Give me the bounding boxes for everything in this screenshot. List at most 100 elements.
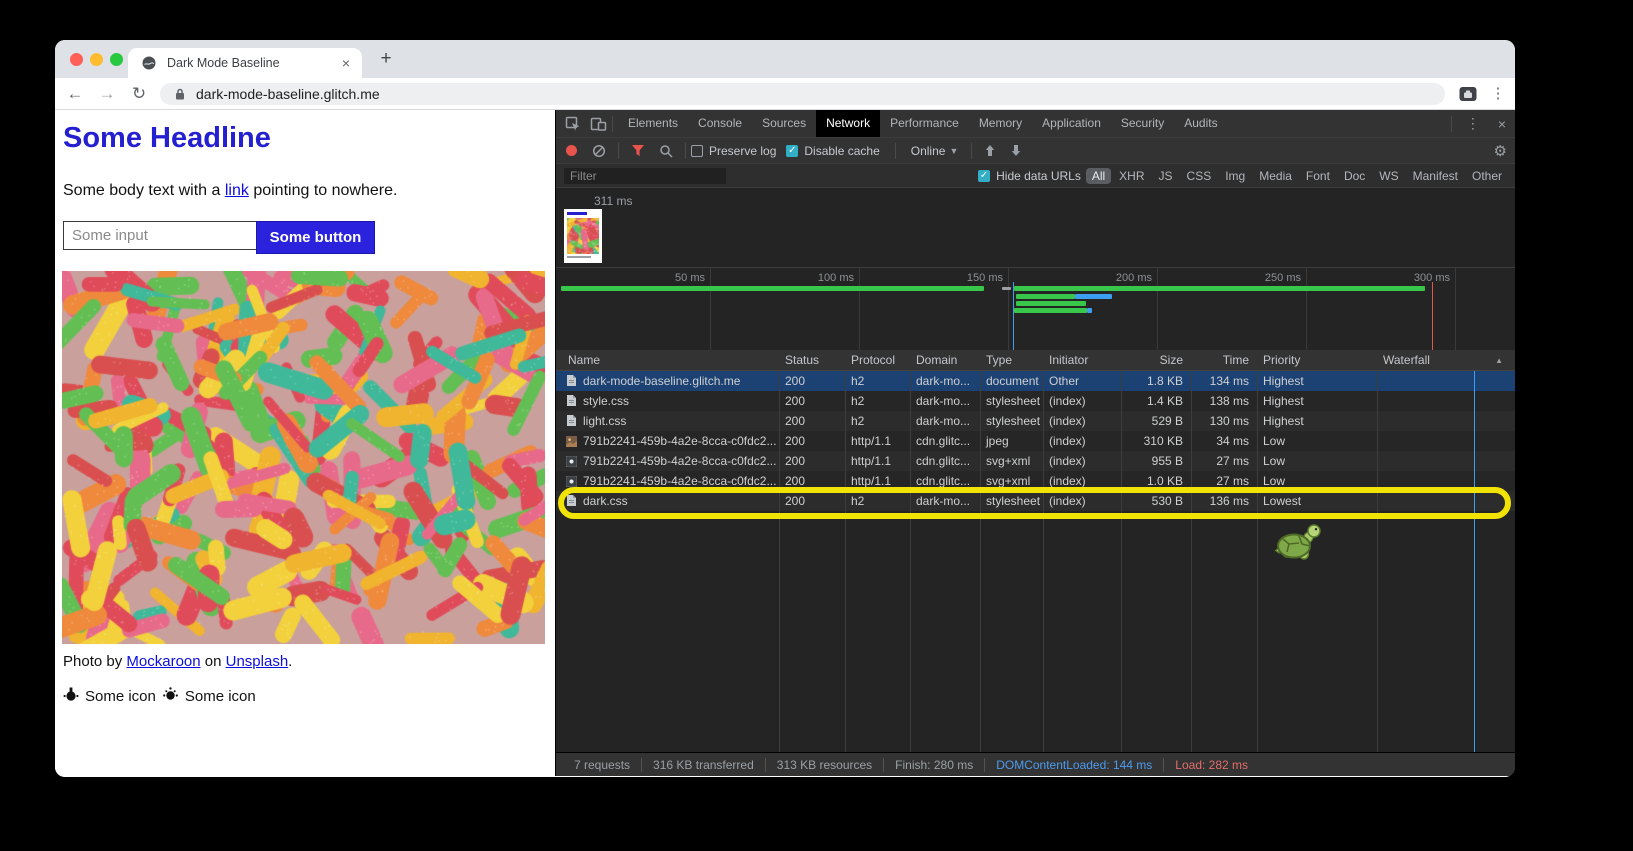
filter-pill-css[interactable]: CSS <box>1181 168 1218 184</box>
devtools-menu-kebab-icon[interactable]: ⋮ <box>1457 115 1489 132</box>
column-header-type[interactable]: Type <box>980 350 1043 370</box>
browser-menu-kebab-icon[interactable]: ⋮ <box>1485 81 1511 107</box>
divider <box>1451 116 1452 132</box>
table-row-dark.css[interactable]: dark.css200h2dark-mo...stylesheet(index)… <box>556 491 1515 511</box>
filter-pill-img[interactable]: Img <box>1219 168 1251 184</box>
credit-link-mockaroon[interactable]: Mockaroon <box>126 653 200 670</box>
priority-cell: Lowest <box>1257 491 1377 511</box>
table-row-style.css[interactable]: style.css200h2dark-mo...stylesheet(index… <box>556 391 1515 411</box>
devtools-tab-network[interactable]: Network <box>816 110 880 137</box>
forward-button[interactable]: → <box>94 81 120 107</box>
column-header-domain[interactable]: Domain <box>910 350 980 370</box>
overview-green-bar <box>1014 286 1425 291</box>
overview-green-bar <box>1014 308 1087 313</box>
filter-pill-js[interactable]: JS <box>1153 168 1179 184</box>
filter-pill-xhr[interactable]: XHR <box>1113 168 1150 184</box>
devtools-tab-security[interactable]: Security <box>1111 110 1174 137</box>
type-cell: stylesheet <box>980 411 1043 431</box>
size-cell: 530 B <box>1121 491 1191 511</box>
new-tab-button[interactable]: + <box>373 46 399 72</box>
network-toolbar: Preserve log ✓ Disable cache Online ▼ ⚙ <box>556 138 1515 164</box>
column-header-status[interactable]: Status <box>779 350 845 370</box>
browser-tab[interactable]: Dark Mode Baseline × <box>128 48 362 78</box>
table-row-791b2241-459b-4a2e-8cca-c0fdc2...[interactable]: 791b2241-459b-4a2e-8cca-c0fdc2...200http… <box>556 431 1515 451</box>
chevron-down-icon[interactable]: ▼ <box>949 146 958 156</box>
overview-blue-bar <box>1087 308 1092 313</box>
lock-icon[interactable] <box>174 87 186 101</box>
column-header-waterfall[interactable]: Waterfall <box>1377 350 1508 370</box>
column-header-name[interactable]: Name <box>556 350 779 370</box>
device-toolbar-icon[interactable] <box>590 116 607 132</box>
throttling-dropdown[interactable]: Online <box>911 144 946 158</box>
disable-cache-checkbox[interactable]: ✓ <box>786 145 798 157</box>
table-row-791b2241-459b-4a2e-8cca-c0fdc2...[interactable]: 791b2241-459b-4a2e-8cca-c0fdc2...200http… <box>556 471 1515 491</box>
name-cell: dark.css <box>556 491 779 513</box>
back-button[interactable]: ← <box>62 81 88 107</box>
filter-pill-font[interactable]: Font <box>1300 168 1336 184</box>
hide-data-urls-checkbox[interactable]: ✓ <box>978 170 990 182</box>
turtle-emoji <box>1273 518 1325 573</box>
network-filter-bar: ✓ Hide data URLs AllXHRJSCSSImgMediaFont… <box>556 164 1515 188</box>
body-text-suffix: pointing to nowhere. <box>249 182 398 199</box>
inspect-element-icon[interactable] <box>565 116 581 132</box>
devtools-tab-memory[interactable]: Memory <box>969 110 1032 137</box>
table-row-light.css[interactable]: light.css200h2dark-mo...stylesheet(index… <box>556 411 1515 431</box>
filter-pill-media[interactable]: Media <box>1253 168 1298 184</box>
reload-button[interactable]: ↻ <box>126 81 152 107</box>
filter-funnel-icon[interactable] <box>624 144 652 157</box>
column-divider <box>910 371 911 753</box>
search-icon[interactable] <box>652 144 680 158</box>
devtools-tab-console[interactable]: Console <box>688 110 752 137</box>
column-header-initiator[interactable]: Initiator <box>1043 350 1121 370</box>
waterfall-dcl-line <box>1474 371 1475 753</box>
clear-icon[interactable] <box>585 144 613 158</box>
column-header-time[interactable]: Time <box>1191 350 1257 370</box>
hide-data-urls-label[interactable]: Hide data URLs <box>996 169 1081 183</box>
tab-close-icon[interactable]: × <box>342 56 350 70</box>
profile-button[interactable] <box>1459 86 1477 107</box>
devtools-close-icon[interactable]: × <box>1489 116 1515 132</box>
address-bar[interactable]: dark-mode-baseline.glitch.me <box>160 83 1445 105</box>
table-row-791b2241-459b-4a2e-8cca-c0fdc2...[interactable]: 791b2241-459b-4a2e-8cca-c0fdc2...200http… <box>556 451 1515 471</box>
priority-cell: Low <box>1257 471 1377 491</box>
devtools-tab-performance[interactable]: Performance <box>880 110 969 137</box>
column-header-protocol[interactable]: Protocol <box>845 350 910 370</box>
close-window-button[interactable] <box>70 53 83 66</box>
import-har-icon[interactable] <box>977 144 1003 157</box>
filter-pill-manifest[interactable]: Manifest <box>1407 168 1464 184</box>
devtools-tab-sources[interactable]: Sources <box>752 110 816 137</box>
network-settings-gear-icon[interactable]: ⚙ <box>1494 142 1507 160</box>
column-divider <box>1043 371 1044 753</box>
network-overview-graph[interactable]: 50 ms100 ms150 ms200 ms250 ms300 ms <box>556 268 1515 350</box>
devtools-tab-audits[interactable]: Audits <box>1174 110 1227 137</box>
devtools-tab-elements[interactable]: Elements <box>618 110 688 137</box>
body-link[interactable]: link <box>225 182 249 199</box>
column-header-size[interactable]: Size <box>1121 350 1191 370</box>
icon-row: Some icon Some icon <box>63 686 256 707</box>
time-cell: 27 ms <box>1191 451 1257 471</box>
filter-pill-ws[interactable]: WS <box>1373 168 1404 184</box>
disable-cache-label[interactable]: Disable cache <box>804 144 879 158</box>
demo-button[interactable]: Some button <box>256 221 375 254</box>
zoom-window-button[interactable] <box>110 53 123 66</box>
record-network-log-button[interactable] <box>566 145 577 156</box>
table-row-dark-mode-baseline.glitch.me[interactable]: dark-mode-baseline.glitch.me200h2dark-mo… <box>556 371 1515 391</box>
network-filter-input[interactable] <box>564 168 726 184</box>
filter-pill-all[interactable]: All <box>1086 168 1111 184</box>
column-header-priority[interactable]: Priority <box>1257 350 1377 370</box>
protocol-cell: h2 <box>845 411 910 431</box>
filter-pill-other[interactable]: Other <box>1466 168 1508 184</box>
minimize-window-button[interactable] <box>90 53 103 66</box>
credit-link-unsplash[interactable]: Unsplash <box>226 653 289 670</box>
demo-text-input[interactable] <box>63 221 259 250</box>
browser-window: Dark Mode Baseline × + ← → ↻ dark-mode-b… <box>55 40 1515 777</box>
filter-pill-doc[interactable]: Doc <box>1338 168 1371 184</box>
export-har-icon[interactable] <box>1003 144 1029 157</box>
url-text: dark-mode-baseline.glitch.me <box>196 86 380 102</box>
preserve-log-checkbox[interactable] <box>691 145 703 157</box>
filmstrip-thumbnail[interactable] <box>564 209 602 263</box>
preserve-log-label[interactable]: Preserve log <box>709 144 776 158</box>
filmstrip-timestamp: 311 ms <box>594 194 632 208</box>
overview-tick-label: 50 ms <box>675 272 710 284</box>
devtools-tab-application[interactable]: Application <box>1032 110 1111 137</box>
